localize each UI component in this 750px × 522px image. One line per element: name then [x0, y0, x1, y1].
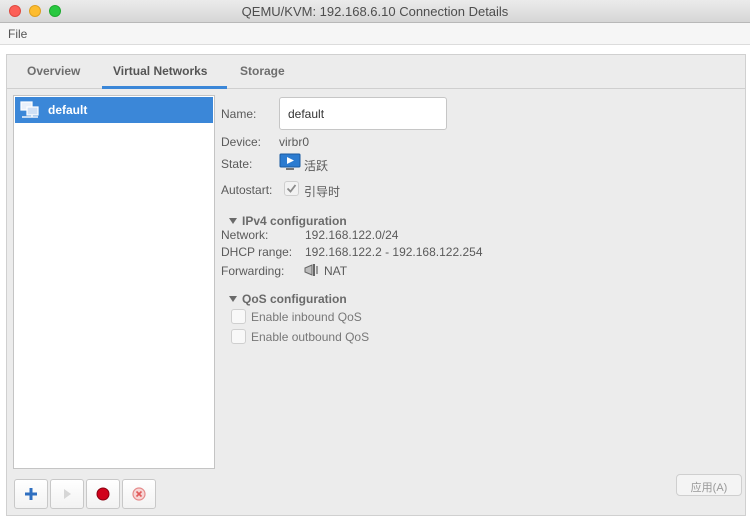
autostart-value: 引导时: [304, 185, 341, 199]
add-network-button[interactable]: [14, 479, 48, 509]
name-field[interactable]: [279, 97, 447, 130]
inbound-qos-checkbox[interactable]: [231, 309, 246, 324]
ipv4-heading-text: IPv4 configuration: [242, 214, 347, 228]
delete-network-icon: [132, 487, 146, 501]
tab-bar: Overview Virtual Networks Storage: [7, 55, 745, 89]
network-list: default: [13, 95, 215, 469]
state-value: 活跃: [304, 159, 329, 173]
autostart-checkbox[interactable]: [284, 181, 299, 196]
state-active-icon: [279, 153, 301, 170]
stop-network-icon: [96, 487, 110, 501]
network-value: 192.168.122.0/24: [305, 228, 399, 242]
network-label: Network:: [221, 228, 269, 242]
forwarding-value: NAT: [324, 264, 348, 278]
disclosure-triangle-icon: [229, 218, 237, 224]
device-label: Device:: [221, 135, 262, 149]
tab-overview[interactable]: Overview: [27, 64, 80, 78]
dhcp-range-value: 192.168.122.2 - 192.168.122.254: [305, 245, 483, 259]
menu-bar: File: [0, 23, 750, 45]
tab-virtual-networks[interactable]: Virtual Networks: [113, 64, 207, 78]
name-label: Name:: [221, 107, 257, 121]
connection-details-panel: Overview Virtual Networks Storage defaul…: [6, 54, 746, 516]
network-icon: [20, 101, 39, 118]
inbound-qos-label: Enable inbound QoS: [251, 310, 362, 324]
menu-file[interactable]: File: [8, 27, 27, 41]
device-value: virbr0: [279, 135, 310, 149]
start-network-icon: [64, 489, 71, 499]
forwarding-label: Forwarding:: [221, 264, 285, 278]
stop-network-button[interactable]: [86, 479, 120, 509]
network-name-label: default: [48, 103, 88, 117]
outbound-qos-checkbox[interactable]: [231, 329, 246, 344]
tab-storage[interactable]: Storage: [240, 64, 285, 78]
dhcp-range-label: DHCP range:: [221, 245, 293, 259]
title-bar: QEMU/KVM: 192.168.6.10 Connection Detail…: [0, 0, 750, 23]
nat-forwarding-icon: [304, 264, 318, 276]
qos-section-heading[interactable]: QoS configuration: [229, 292, 347, 306]
network-details: Name: Device: virbr0 State: 活跃 Autostart…: [217, 95, 737, 475]
qos-heading-text: QoS configuration: [242, 292, 347, 306]
checkmark-icon: [286, 184, 297, 193]
autostart-label: Autostart:: [221, 183, 273, 197]
window-title: QEMU/KVM: 192.168.6.10 Connection Detail…: [241, 4, 509, 19]
start-network-button[interactable]: [50, 479, 84, 509]
apply-button[interactable]: 应用(A): [676, 474, 742, 496]
add-network-icon: [25, 488, 37, 500]
network-list-item-default[interactable]: default: [15, 97, 213, 123]
ipv4-section-heading[interactable]: IPv4 configuration: [229, 214, 347, 228]
delete-network-button[interactable]: [122, 479, 156, 509]
state-label: State:: [221, 157, 253, 171]
disclosure-triangle-icon: [229, 296, 237, 302]
active-tab-indicator: [102, 86, 227, 89]
outbound-qos-label: Enable outbound QoS: [251, 330, 370, 344]
